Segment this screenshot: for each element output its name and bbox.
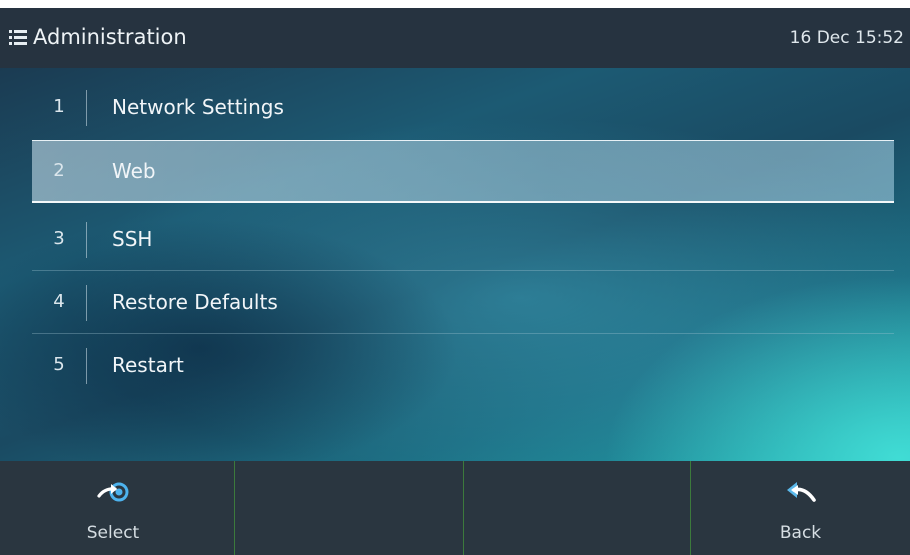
- row-divider: [86, 222, 87, 258]
- menu-item-number: 2: [53, 160, 65, 181]
- menu-item-label: Web: [112, 159, 156, 183]
- menu-item-label: Restore Defaults: [112, 290, 278, 314]
- menu-list-area: 1 Network Settings 2 Web 3 SSH 4 Restore…: [0, 68, 910, 461]
- menu-item-number: 3: [53, 228, 65, 249]
- row-divider: [86, 285, 87, 321]
- menu-item-restore-defaults[interactable]: 4 Restore Defaults: [32, 272, 894, 334]
- softkey-2[interactable]: [235, 461, 461, 555]
- menu-item-web[interactable]: 2 Web: [32, 140, 894, 203]
- phone-screen: Administration 16 Dec 15:52 1 Network Se…: [0, 8, 910, 555]
- menu-icon[interactable]: [9, 30, 27, 45]
- softkey-3[interactable]: [464, 461, 690, 555]
- page-title: Administration: [33, 25, 187, 49]
- menu-item-number: 5: [53, 354, 65, 375]
- menu-item-label: SSH: [112, 227, 153, 251]
- menu-item-number: 1: [53, 96, 65, 117]
- softkey-label: Select: [86, 523, 140, 543]
- back-arrow-icon: [786, 482, 816, 502]
- select-softkey[interactable]: Select: [0, 461, 226, 555]
- menu-item-network-settings[interactable]: 1 Network Settings: [32, 77, 894, 139]
- back-softkey[interactable]: Back: [691, 461, 910, 555]
- row-divider: [86, 348, 87, 384]
- row-separator: [32, 270, 894, 271]
- select-arrow-icon: [97, 482, 129, 502]
- menu-item-label: Network Settings: [112, 95, 284, 119]
- softkey-label: Back: [779, 523, 822, 543]
- menu-item-label: Restart: [112, 353, 184, 377]
- menu-item-number: 4: [53, 291, 65, 312]
- header-bar: Administration 16 Dec 15:52: [0, 8, 910, 69]
- datetime-display: 16 Dec 15:52: [789, 28, 904, 48]
- menu-item-ssh[interactable]: 3 SSH: [32, 209, 894, 271]
- softkey-bar: Select Back: [0, 461, 910, 555]
- menu-item-restart[interactable]: 5 Restart: [32, 335, 894, 397]
- row-separator: [32, 333, 894, 334]
- row-divider: [86, 90, 87, 126]
